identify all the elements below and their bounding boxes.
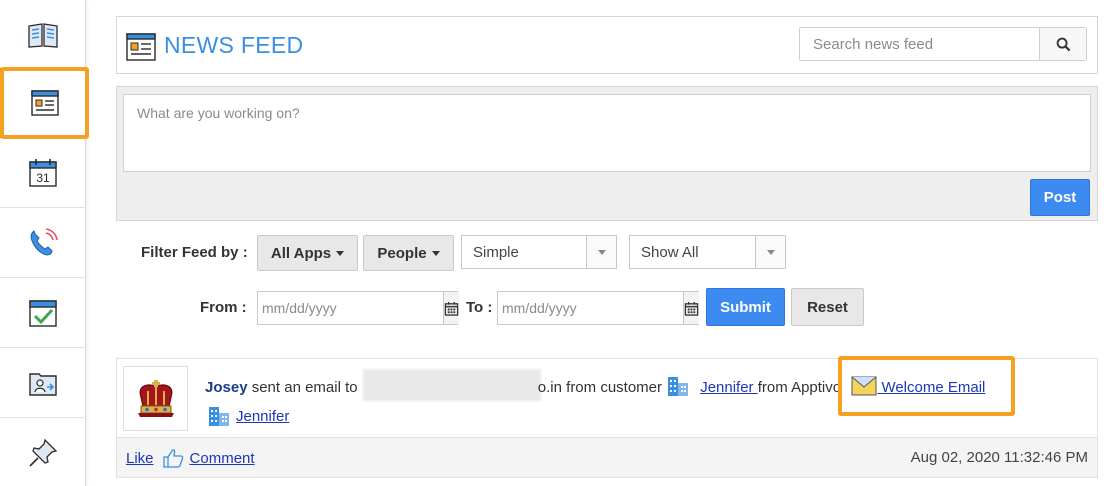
calendar-icon <box>444 301 459 316</box>
from-source-text: from Apptivo <box>757 379 842 396</box>
chevron-down-icon <box>431 250 440 256</box>
calendar-icon: 31 <box>29 158 57 187</box>
customer-link[interactable]: Jennifer <box>700 379 758 396</box>
customer-icon <box>209 407 229 426</box>
sidebar-item-news-feed[interactable] <box>0 68 86 138</box>
sidebar-item-calls[interactable] <box>0 208 86 278</box>
all-apps-dropdown[interactable]: All Apps <box>257 235 358 271</box>
from-label: From : <box>200 299 247 316</box>
people-dropdown[interactable]: People <box>363 235 454 271</box>
avatar[interactable] <box>123 366 188 431</box>
post-button[interactable]: Post <box>1030 179 1090 216</box>
page-header: NEWS FEED <box>116 16 1098 74</box>
sidebar-item-tasks[interactable] <box>0 278 86 348</box>
feed-actions: Like Comment <box>126 448 255 468</box>
calendar-day-label: 31 <box>36 171 50 185</box>
chevron-down-icon <box>755 236 785 268</box>
contacts-icon <box>29 372 57 396</box>
people-label: People <box>377 244 427 262</box>
to-date-input[interactable] <box>498 292 683 324</box>
account-link[interactable]: Jennifer <box>236 408 289 425</box>
view-mode-select[interactable]: Simple <box>461 235 617 269</box>
email-subject-link[interactable]: Welcome Email <box>877 379 985 396</box>
app-root: 31 NEWS FEED Search news feed What are y… <box>0 0 1113 486</box>
email-recipient-suffix: o.in from customer <box>537 379 663 396</box>
feed-item: Josey sent an email to o.in from custome… <box>116 356 1098 478</box>
activity-action: sent an email to <box>251 379 358 396</box>
from-date-input[interactable] <box>258 292 443 324</box>
feed-item-footer: Like Comment Aug 02, 2020 11:32:46 PM <box>117 437 1097 477</box>
show-filter-value: Show All <box>641 243 699 261</box>
sidebar-item-calendar[interactable]: 31 <box>0 138 86 208</box>
reset-button[interactable]: Reset <box>791 288 864 326</box>
search-box <box>799 27 1087 61</box>
show-filter-select[interactable]: Show All <box>629 235 786 269</box>
to-date-picker-button[interactable] <box>683 292 699 324</box>
search-button[interactable] <box>1039 28 1086 60</box>
customer-icon <box>668 377 688 396</box>
author-name[interactable]: Josey <box>205 379 248 396</box>
sidebar-item-contacts[interactable] <box>0 348 86 418</box>
phone-icon <box>30 227 58 256</box>
page-title: NEWS FEED <box>164 32 304 58</box>
email-icon <box>851 376 877 396</box>
to-label: To : <box>466 299 493 316</box>
chevron-down-icon <box>336 250 345 256</box>
all-apps-label: All Apps <box>270 244 332 262</box>
pin-icon <box>29 438 58 467</box>
like-link[interactable]: Like <box>126 450 154 467</box>
post-composer: Post <box>116 86 1098 221</box>
feed-timestamp: Aug 02, 2020 11:32:46 PM <box>910 449 1088 466</box>
search-icon <box>1056 37 1070 51</box>
news-feed-header-icon <box>126 33 156 61</box>
comment-link[interactable]: Comment <box>190 450 255 467</box>
from-date-field <box>257 291 459 325</box>
view-mode-value: Simple <box>473 243 519 261</box>
submit-button[interactable]: Submit <box>706 288 785 326</box>
chevron-down-icon <box>586 236 616 268</box>
to-date-field <box>497 291 699 325</box>
tasks-icon <box>29 299 57 327</box>
from-date-picker-button[interactable] <box>443 292 459 324</box>
filter-label: Filter Feed by : <box>141 244 248 261</box>
calendar-icon <box>684 301 699 316</box>
book-icon <box>28 22 58 48</box>
post-textarea[interactable] <box>123 94 1091 172</box>
second-account-line: Jennifer <box>236 408 289 425</box>
crown-icon <box>137 379 174 417</box>
thumbs-up-icon[interactable] <box>162 448 184 468</box>
search-input[interactable] <box>800 28 1039 60</box>
news-feed-icon <box>30 89 59 116</box>
reset-label: Reset <box>807 298 848 316</box>
sidebar-item-pinned[interactable] <box>0 418 86 486</box>
sidebar: 31 <box>0 0 89 486</box>
sidebar-item-knowledge[interactable] <box>0 0 86 70</box>
